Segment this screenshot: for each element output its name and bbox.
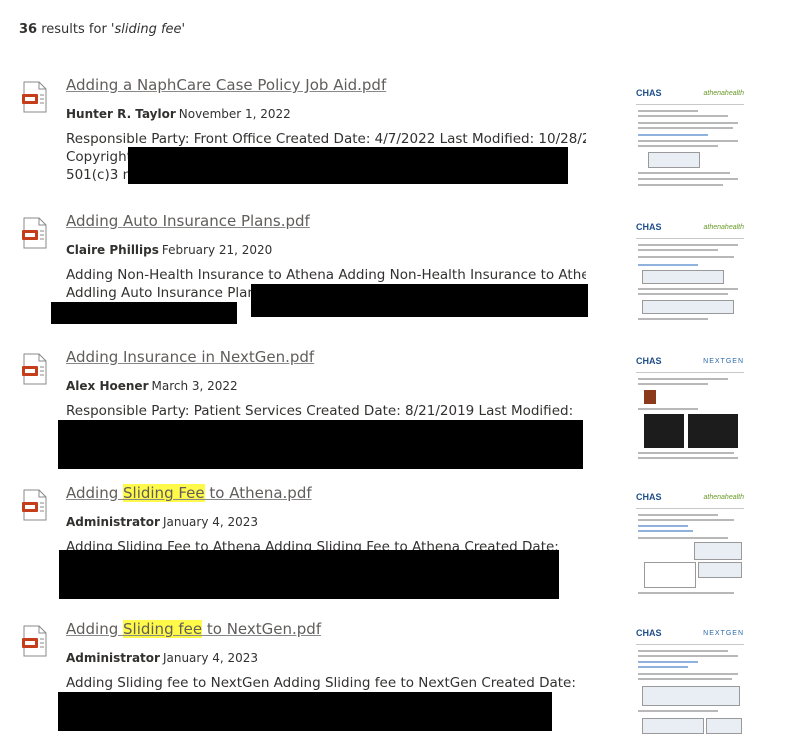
chas-logo: CHAS <box>636 88 662 98</box>
result-meta: Administrator January 4, 2023 <box>66 515 258 529</box>
result-thumbnail[interactable]: CHAS athenahealth <box>634 488 746 600</box>
title-text: Adding <box>66 620 124 638</box>
search-query: 'sliding fee' <box>110 22 186 37</box>
result-author: Administrator <box>66 515 160 529</box>
result-date: February 21, 2020 <box>161 243 273 257</box>
redaction-block <box>128 147 568 184</box>
result-date: January 4, 2023 <box>162 515 259 529</box>
result-author: Claire Phillips <box>66 243 159 257</box>
result-thumbnail[interactable]: CHAS athenahealth <box>634 218 746 330</box>
result-thumbnail[interactable]: CHAS NEXTGEN <box>634 352 746 464</box>
chas-logo: CHAS <box>636 492 662 502</box>
result-snippet: Responsible Party: Patient Services Crea… <box>66 402 586 420</box>
title-text: Adding <box>66 484 124 502</box>
title-text: Adding a NaphCare Case Policy Job Aid.pd… <box>66 76 387 94</box>
title-text: to NextGen.pdf <box>202 620 322 638</box>
title-text: to Athena.pdf <box>204 484 312 502</box>
title-text: Adding Auto Insurance Plans.pdf <box>66 212 310 230</box>
result-title-link[interactable]: Adding a NaphCare Case Policy Job Aid.pd… <box>66 76 386 94</box>
result-thumbnail[interactable]: CHAS athenahealth <box>634 84 746 196</box>
results-summary: 36 results for 'sliding fee' <box>19 22 185 37</box>
snippet-line: Adding Non-Health Insurance to Athena Ad… <box>66 267 586 283</box>
pdf-file-icon <box>22 353 47 385</box>
result-meta: Claire Phillips February 21, 2020 <box>66 243 272 257</box>
thumb-brand: NEXTGEN <box>703 358 744 365</box>
result-title-link[interactable]: Adding Insurance in NextGen.pdf <box>66 348 314 366</box>
redaction-block <box>251 284 588 317</box>
pdf-file-icon <box>22 489 47 521</box>
search-result: Adding Sliding Fee to Athena.pdf Adminis… <box>0 484 806 620</box>
redaction-block <box>51 302 237 324</box>
redaction-block <box>58 692 552 731</box>
result-title-link[interactable]: Adding Sliding fee to NextGen.pdf <box>66 620 321 638</box>
snippet-line: Responsible Party: Patient Services Crea… <box>66 403 574 419</box>
results-label: results for <box>37 22 111 37</box>
redaction-block <box>59 550 559 599</box>
search-result: Adding a NaphCare Case Policy Job Aid.pd… <box>0 76 806 212</box>
snippet-line: Responsible Party: Front Office Created … <box>66 131 586 147</box>
pdf-file-icon <box>22 81 47 113</box>
search-result: Adding Sliding fee to NextGen.pdf Admini… <box>0 620 806 756</box>
result-title-link[interactable]: Adding Sliding Fee to Athena.pdf <box>66 484 312 502</box>
snippet-line: Adding Sliding fee to NextGen Adding Sli… <box>66 675 576 691</box>
chas-logo: CHAS <box>636 356 662 366</box>
results-count: 36 <box>19 22 38 37</box>
query-highlight: Sliding Fee <box>123 484 205 502</box>
result-meta: Alex Hoener March 3, 2022 <box>66 379 238 393</box>
result-thumbnail[interactable]: CHAS NEXTGEN <box>634 624 746 736</box>
result-snippet: Adding Sliding fee to NextGen Adding Sli… <box>66 674 586 692</box>
search-result: Adding Insurance in NextGen.pdf Alex Hoe… <box>0 348 806 484</box>
result-title-link[interactable]: Adding Auto Insurance Plans.pdf <box>66 212 310 230</box>
result-author: Administrator <box>66 651 160 665</box>
redaction-block <box>58 420 583 469</box>
pdf-file-icon <box>22 217 47 249</box>
result-meta: Administrator January 4, 2023 <box>66 651 258 665</box>
thumb-brand: athenahealth <box>703 90 744 97</box>
result-author: Alex Hoener <box>66 379 149 393</box>
query-highlight: Sliding fee <box>123 620 203 638</box>
chas-logo: CHAS <box>636 222 662 232</box>
pdf-file-icon <box>22 625 47 657</box>
result-meta: Hunter R. Taylor November 1, 2022 <box>66 107 291 121</box>
result-date: November 1, 2022 <box>178 107 291 121</box>
result-date: January 4, 2023 <box>162 651 259 665</box>
thumb-brand: athenahealth <box>703 224 744 231</box>
result-date: March 3, 2022 <box>151 379 238 393</box>
result-author: Hunter R. Taylor <box>66 107 176 121</box>
chas-logo: CHAS <box>636 628 662 638</box>
thumb-brand: athenahealth <box>703 494 744 501</box>
thumb-brand: NEXTGEN <box>703 630 744 637</box>
title-text: Adding Insurance in NextGen.pdf <box>66 348 315 366</box>
search-result: Adding Auto Insurance Plans.pdf Claire P… <box>0 212 806 348</box>
